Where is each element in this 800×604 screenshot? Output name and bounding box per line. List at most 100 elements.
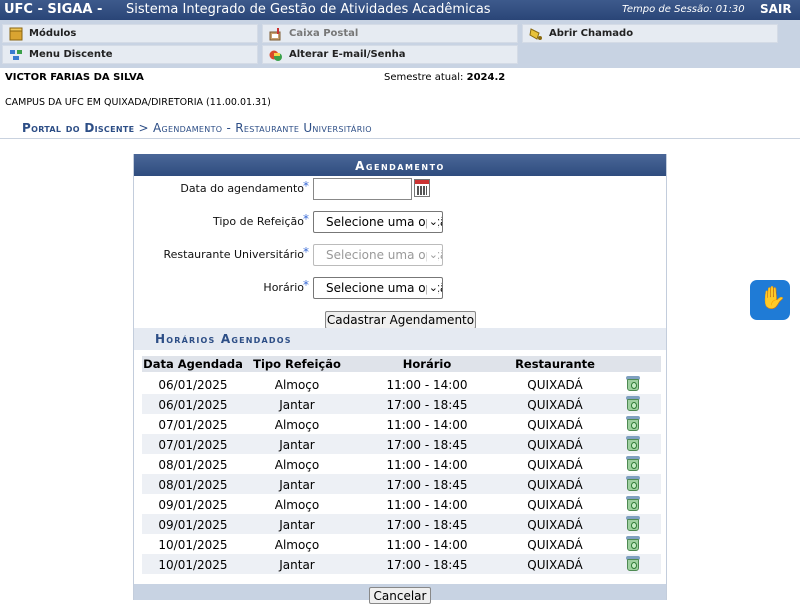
trash-icon[interactable] [626, 416, 640, 431]
date-input[interactable] [313, 178, 412, 200]
cell-meal: Almoço [274, 418, 320, 432]
cell-meal: Jantar [279, 478, 315, 492]
cell-time: 11:00 - 14:00 [386, 498, 468, 512]
required-mark: * [303, 179, 309, 193]
modules-label: Módulos [29, 28, 77, 39]
menu-icon [10, 50, 22, 60]
trash-icon[interactable] [626, 556, 640, 571]
mailbox-icon [269, 28, 281, 41]
mailbox-label: Caixa Postal [289, 28, 359, 39]
table-row: 06/01/2025 Jantar 17:00 - 18:45 QUIXADÁ [142, 394, 661, 414]
table-row: 08/01/2025 Almoço 11:00 - 14:00 QUIXADÁ [142, 454, 661, 474]
cell-restaurant: QUIXADÁ [527, 458, 583, 472]
column-meal: Tipo Refeição [253, 357, 341, 371]
campus-info: CAMPUS DA UFC EM QUIXADA/DIRETORIA (11.0… [5, 97, 271, 108]
cell-date: 08/01/2025 [158, 458, 228, 472]
cell-date: 06/01/2025 [158, 378, 228, 392]
semester-value: 2024.2 [466, 72, 506, 83]
chevron-down-icon: ⌄ [426, 278, 438, 298]
cell-date: 09/01/2025 [158, 498, 228, 512]
vlibras-widget[interactable]: ✋ [750, 280, 790, 320]
trash-icon[interactable] [626, 516, 640, 531]
time-value: Selecione uma opção [326, 281, 443, 295]
cell-time: 17:00 - 18:45 [386, 438, 468, 452]
meal-type-row: Tipo de Refeição * Selecione uma opção ⌄ [134, 211, 666, 233]
current-semester: Semestre atual: 2024.2 [384, 72, 505, 83]
cell-date: 10/01/2025 [158, 558, 228, 572]
bell-icon [529, 28, 542, 40]
cell-meal: Almoço [274, 458, 320, 472]
trash-icon[interactable] [626, 476, 640, 491]
scheduled-section-title: Horários Agendados [155, 332, 292, 346]
cell-date: 08/01/2025 [158, 478, 228, 492]
table-row: 08/01/2025 Jantar 17:00 - 18:45 QUIXADÁ [142, 474, 661, 494]
trash-icon[interactable] [626, 436, 640, 451]
breadcrumb-separator: > [138, 121, 149, 135]
cell-restaurant: QUIXADÁ [527, 378, 583, 392]
column-time: Horário [402, 357, 452, 371]
time-select[interactable]: Selecione uma opção ⌄ [313, 277, 443, 299]
restaurant-row: Restaurante Universitário * Selecione um… [134, 244, 666, 266]
cell-restaurant: QUIXADÁ [527, 418, 583, 432]
logout-link[interactable]: SAIR [760, 2, 792, 16]
open-ticket-label: Abrir Chamado [549, 28, 634, 39]
trash-icon[interactable] [626, 376, 640, 391]
change-email-password-button[interactable]: Alterar E-mail/Senha [262, 45, 518, 64]
time-row: Horário * Selecione uma opção ⌄ [134, 277, 666, 299]
cell-date: 07/01/2025 [158, 418, 228, 432]
semester-label: Semestre atual: [384, 72, 464, 83]
restaurant-label: Restaurante Universitário [163, 248, 304, 261]
menu-area: Módulos Caixa Postal Abrir Chamado Menu … [0, 20, 800, 68]
panel-title: Agendamento [134, 154, 666, 176]
chevron-down-icon: ⌄ [426, 245, 438, 265]
student-menu-button[interactable]: Menu Discente [2, 45, 258, 64]
trash-icon[interactable] [626, 496, 640, 511]
table-row: 10/01/2025 Almoço 11:00 - 14:00 QUIXADÁ [142, 534, 661, 554]
cell-meal: Almoço [274, 498, 320, 512]
required-mark: * [303, 278, 309, 292]
chevron-down-icon: ⌄ [426, 212, 438, 232]
meal-type-label: Tipo de Refeição [212, 215, 304, 228]
breadcrumb: Portal do Discente > Agendamento - Resta… [0, 117, 800, 139]
required-mark: * [303, 212, 309, 226]
calendar-icon[interactable] [414, 179, 430, 197]
trash-icon[interactable] [626, 456, 640, 471]
cell-time: 17:00 - 18:45 [386, 558, 468, 572]
top-header: UFC - SIGAA - Sistema Integrado de Gestã… [0, 0, 800, 20]
cell-date: 10/01/2025 [158, 538, 228, 552]
required-mark: * [303, 245, 309, 259]
time-label: Horário [263, 281, 304, 294]
cell-restaurant: QUIXADÁ [527, 438, 583, 452]
cell-restaurant: QUIXADÁ [527, 558, 583, 572]
open-ticket-button[interactable]: Abrir Chamado [522, 24, 778, 43]
date-row: Data do agendamento * [134, 178, 666, 200]
system-acronym: UFC - SIGAA - [4, 2, 103, 17]
modules-button[interactable]: Módulos [2, 24, 258, 43]
mailbox-button[interactable]: Caixa Postal [262, 24, 518, 43]
restaurant-select[interactable]: Selecione uma opção ⌄ [313, 244, 443, 266]
submit-schedule-button[interactable]: Cadastrar Agendamento [325, 311, 476, 329]
cell-date: 06/01/2025 [158, 398, 228, 412]
cell-date: 07/01/2025 [158, 438, 228, 452]
table-row: 10/01/2025 Jantar 17:00 - 18:45 QUIXADÁ [142, 554, 661, 574]
cell-meal: Almoço [274, 538, 320, 552]
modules-icon [9, 27, 23, 41]
sign-language-icon: ✋ [759, 286, 787, 311]
cell-meal: Almoço [274, 378, 320, 392]
cell-time: 17:00 - 18:45 [386, 478, 468, 492]
cell-time: 11:00 - 14:00 [386, 378, 468, 392]
cancel-button[interactable]: Cancelar [369, 587, 431, 604]
table-row: 07/01/2025 Almoço 11:00 - 14:00 QUIXADÁ [142, 414, 661, 434]
meal-type-select[interactable]: Selecione uma opção ⌄ [313, 211, 443, 233]
meal-type-value: Selecione uma opção [326, 215, 443, 229]
system-name: Sistema Integrado de Gestão de Atividade… [126, 2, 491, 17]
trash-icon[interactable] [626, 396, 640, 411]
cell-restaurant: QUIXADÁ [527, 518, 583, 532]
trash-icon[interactable] [626, 536, 640, 551]
breadcrumb-portal[interactable]: Portal do Discente [22, 121, 134, 135]
cell-restaurant: QUIXADÁ [527, 398, 583, 412]
cell-restaurant: QUIXADÁ [527, 478, 583, 492]
column-restaurant: Restaurante [515, 357, 595, 371]
scheduling-panel: Agendamento Data do agendamento * Tipo d… [133, 154, 667, 604]
student-name: VICTOR FARIAS DA SILVA [5, 72, 144, 83]
